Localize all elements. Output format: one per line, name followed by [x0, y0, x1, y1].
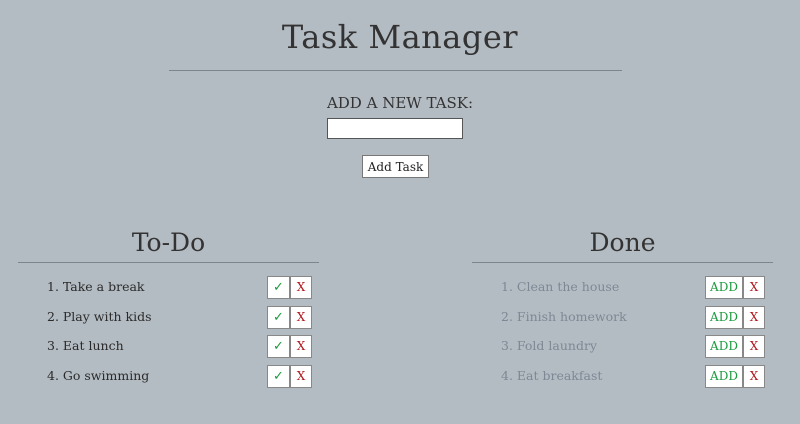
todo-item-text: 4. Go swimming: [47, 367, 150, 383]
done-item-text: 4. Eat breakfast: [501, 367, 603, 383]
done-item-controls: ADD X: [705, 364, 765, 388]
complete-check-icon[interactable]: ✓: [267, 276, 290, 299]
todo-column: To-Do 1. Take a break ✓ X 2. Play with k…: [18, 226, 319, 388]
todo-item-text: 2. Play with kids: [47, 308, 152, 324]
readd-button[interactable]: ADD: [705, 276, 743, 299]
add-task-label: ADD A NEW TASK:: [326, 94, 474, 112]
done-divider: [472, 262, 773, 263]
done-item-controls: ADD X: [705, 305, 765, 329]
delete-x-icon[interactable]: X: [743, 276, 765, 299]
done-item: 2. Finish homework ADD X: [472, 305, 773, 336]
todo-item-controls: ✓ X: [267, 276, 312, 299]
done-list: 1. Clean the house ADD X 2. Finish homew…: [472, 276, 773, 394]
todo-heading: To-Do: [131, 228, 206, 257]
readd-button[interactable]: ADD: [705, 335, 743, 358]
add-task-button[interactable]: Add Task: [362, 155, 429, 178]
todo-item-controls: ✓ X: [267, 364, 312, 388]
todo-item-controls: ✓ X: [267, 305, 312, 329]
done-item: 3. Fold laundry ADD X: [472, 335, 773, 365]
done-item-controls: ADD X: [705, 276, 765, 299]
delete-x-icon[interactable]: X: [743, 305, 765, 329]
todo-item: 1. Take a break ✓ X: [18, 276, 319, 306]
todo-item: 3. Eat lunch ✓ X: [18, 335, 319, 365]
done-column: Done 1. Clean the house ADD X 2. Finish …: [472, 226, 773, 388]
done-item: 4. Eat breakfast ADD X: [472, 364, 773, 395]
todo-item: 4. Go swimming ✓ X: [18, 364, 319, 395]
complete-check-icon[interactable]: ✓: [267, 364, 290, 388]
delete-x-icon[interactable]: X: [290, 364, 312, 388]
todo-item-text: 3. Eat lunch: [47, 338, 124, 353]
done-item: 1. Clean the house ADD X: [472, 276, 773, 306]
task-manager-page: Task Manager ADD A NEW TASK: Add Task To…: [0, 0, 800, 424]
delete-x-icon[interactable]: X: [290, 276, 312, 299]
todo-list: 1. Take a break ✓ X 2. Play with kids ✓ …: [18, 276, 319, 394]
done-item-text: 2. Finish homework: [501, 308, 627, 324]
readd-button[interactable]: ADD: [705, 364, 743, 388]
done-item-text: 1. Clean the house: [501, 279, 620, 294]
todo-item-text: 1. Take a break: [47, 279, 145, 294]
title-divider: [169, 70, 622, 71]
todo-item: 2. Play with kids ✓ X: [18, 305, 319, 336]
done-item-text: 3. Fold laundry: [501, 338, 597, 353]
readd-button[interactable]: ADD: [705, 305, 743, 329]
done-heading: Done: [589, 228, 656, 257]
delete-x-icon[interactable]: X: [290, 305, 312, 329]
delete-x-icon[interactable]: X: [290, 335, 312, 358]
delete-x-icon[interactable]: X: [743, 364, 765, 388]
new-task-input[interactable]: [327, 118, 463, 139]
delete-x-icon[interactable]: X: [743, 335, 765, 358]
done-item-controls: ADD X: [705, 335, 765, 358]
complete-check-icon[interactable]: ✓: [267, 305, 290, 329]
todo-item-controls: ✓ X: [267, 335, 312, 358]
complete-check-icon[interactable]: ✓: [267, 335, 290, 358]
todo-divider: [18, 262, 319, 263]
page-title: Task Manager: [281, 18, 519, 56]
